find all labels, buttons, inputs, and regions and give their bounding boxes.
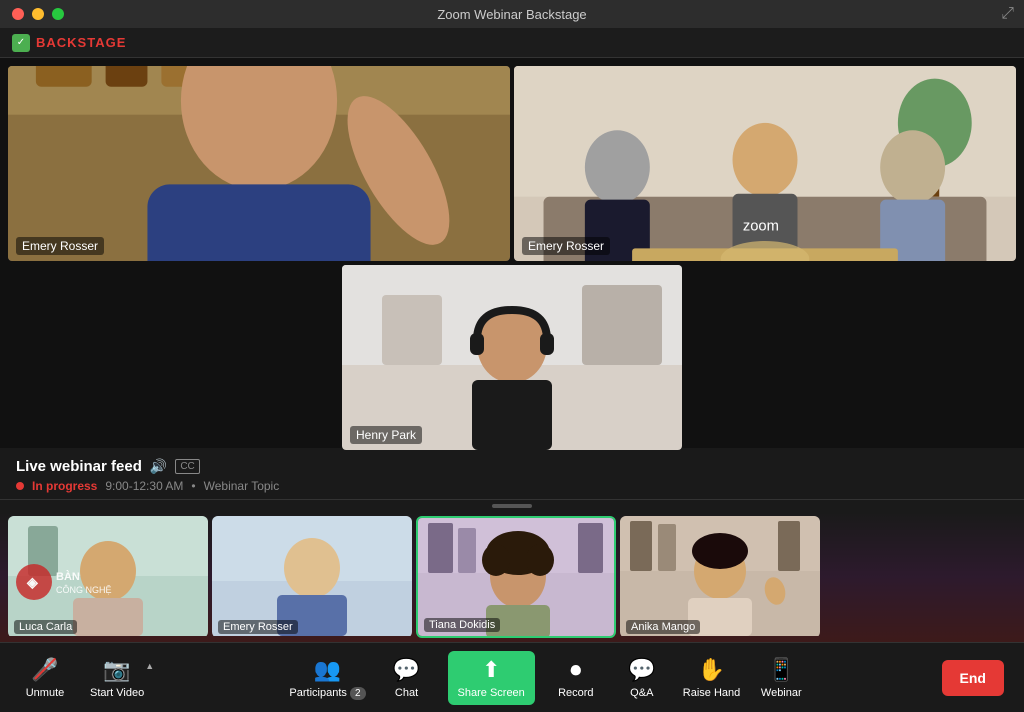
video-cell-emery2: zoom Emery Rosser xyxy=(514,66,1016,261)
toolbar-right: End xyxy=(942,660,1004,696)
start-video-group: 📷 Start Video ▲ xyxy=(90,657,154,699)
participant-strip: Luca Carla Emery Rosser Tiana Dokidis xyxy=(0,512,1024,642)
video-placeholder-3 xyxy=(342,265,682,450)
drag-line xyxy=(492,504,532,508)
participant-thumb-tiana[interactable]: Tiana Dokidis xyxy=(416,516,616,638)
webinar-status: In progress 9:00-12:30 AM • Webinar Topi… xyxy=(16,479,1008,493)
minimize-button[interactable] xyxy=(32,8,44,20)
webinar-feed-label: Live webinar feed 🔊 CC xyxy=(16,458,1008,475)
start-video-button[interactable]: 📷 Start Video xyxy=(90,657,144,699)
start-video-arrow[interactable]: ▲ xyxy=(145,661,154,671)
traffic-lights xyxy=(12,8,64,20)
webinar-icon: 📱 xyxy=(768,657,795,683)
window-title: Zoom Webinar Backstage xyxy=(437,7,586,22)
backstage-badge: ✓ BACKSTAGE xyxy=(12,34,126,52)
backstage-label: BACKSTAGE xyxy=(36,35,126,50)
qa-icon: 💬 xyxy=(628,657,655,683)
thumb-name-emery: Emery Rosser xyxy=(218,620,298,634)
video-placeholder-2: zoom xyxy=(514,66,1016,261)
maximize-button[interactable] xyxy=(52,8,64,20)
webinar-topic: Webinar Topic xyxy=(204,479,280,493)
qa-button[interactable]: 💬 Q&A xyxy=(617,657,667,699)
drag-handle[interactable] xyxy=(0,500,1024,512)
video-cell-emery1: Emery Rosser xyxy=(8,66,510,261)
record-icon: ⏺ xyxy=(570,657,581,683)
unmute-label: Unmute xyxy=(26,687,65,699)
participant-name-emery1: Emery Rosser xyxy=(16,237,104,255)
main-video-area: Emery Rosser zoom xyxy=(0,58,1024,448)
raise-hand-label: Raise Hand xyxy=(683,687,740,699)
video-icon: 📷 xyxy=(103,657,130,683)
share-screen-icon: ⬆ xyxy=(482,657,500,683)
live-webinar-feed-text: Live webinar feed xyxy=(16,458,142,475)
status-dot xyxy=(16,482,24,490)
share-screen-label: Share Screen xyxy=(458,687,525,699)
close-button[interactable] xyxy=(12,8,24,20)
participants-count: 2 xyxy=(350,687,366,700)
qa-label: Q&A xyxy=(630,687,653,699)
chat-button[interactable]: 💬 Chat xyxy=(382,657,432,699)
participant-name-henry: Henry Park xyxy=(350,426,422,444)
start-video-label: Start Video xyxy=(90,687,144,699)
participant-thumb-emery[interactable]: Emery Rosser xyxy=(212,516,412,638)
participants-icon: 👥 xyxy=(314,657,341,683)
backstage-icon: ✓ xyxy=(12,34,30,52)
toolbar: 🎤 Unmute 📷 Start Video ▲ 👥 Participants … xyxy=(0,642,1024,712)
record-button[interactable]: ⏺ Record xyxy=(551,657,601,699)
thumb-name-tiana: Tiana Dokidis xyxy=(424,618,500,632)
participants-button[interactable]: 👥 Participants 2 xyxy=(289,657,365,699)
cc-badge: CC xyxy=(175,459,199,474)
participant-thumb-anika[interactable]: Anika Mango xyxy=(620,516,820,638)
separator: • xyxy=(191,479,195,493)
webinar-label: Webinar xyxy=(761,687,802,699)
status-in-progress: In progress xyxy=(32,479,97,493)
chat-label: Chat xyxy=(395,687,418,699)
title-bar: Zoom Webinar Backstage ⤢ xyxy=(0,0,1024,28)
video-placeholder-1 xyxy=(8,66,510,261)
thumb-name-luca: Luca Carla xyxy=(14,620,77,634)
end-button[interactable]: End xyxy=(942,660,1004,696)
info-area: Live webinar feed 🔊 CC In progress 9:00-… xyxy=(0,448,1024,500)
toolbar-center: 👥 Participants 2 💬 Chat ⬆ Share Screen ⏺… xyxy=(289,651,806,705)
svg-text:CÔNG NGHỆ: CÔNG NGHỆ xyxy=(56,585,112,595)
thumb-name-anika: Anika Mango xyxy=(626,620,700,634)
raise-hand-icon: ✋ xyxy=(698,657,725,683)
participants-label: Participants 2 xyxy=(289,687,365,699)
webinar-button[interactable]: 📱 Webinar xyxy=(756,657,806,699)
raise-hand-button[interactable]: ✋ Raise Hand xyxy=(683,657,740,699)
backstage-bar: ✓ BACKSTAGE xyxy=(0,28,1024,58)
share-screen-button[interactable]: ⬆ Share Screen xyxy=(448,651,535,705)
fullscreen-icon[interactable]: ⤢ xyxy=(1001,5,1014,23)
audio-icon[interactable]: 🔊 xyxy=(150,458,167,475)
record-label: Record xyxy=(558,687,593,699)
unmute-button[interactable]: 🎤 Unmute xyxy=(20,657,70,699)
svg-text:◈: ◈ xyxy=(26,574,39,590)
svg-text:BÀN: BÀN xyxy=(56,570,80,583)
video-grid-bottom: Henry Park xyxy=(8,265,1016,450)
status-time: 9:00-12:30 AM xyxy=(105,479,183,493)
chat-icon: 💬 xyxy=(393,657,420,683)
svg-text:zoom: zoom xyxy=(743,219,779,235)
toolbar-left: 🎤 Unmute 📷 Start Video ▲ xyxy=(20,657,154,699)
participant-name-emery2: Emery Rosser xyxy=(522,237,610,255)
video-grid-top: Emery Rosser zoom xyxy=(8,66,1016,261)
video-cell-henry: Henry Park xyxy=(342,265,682,450)
watermark: ◈ BÀN CÔNG NGHỆ xyxy=(14,560,134,610)
